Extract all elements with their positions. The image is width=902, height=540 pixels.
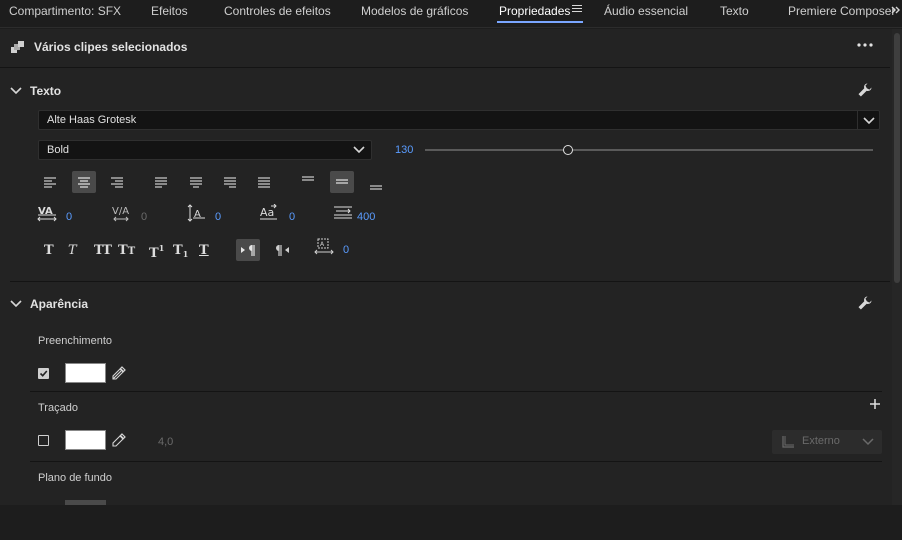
leading-icon <box>333 204 353 222</box>
justify-all-button[interactable] <box>252 171 276 193</box>
justify-right-button[interactable] <box>218 171 242 193</box>
baseline-shift-value[interactable]: 0 <box>215 211 221 223</box>
justify-center-button[interactable] <box>184 171 208 193</box>
add-stroke-plus-icon[interactable] <box>868 397 882 411</box>
faux-bold-button[interactable]: T <box>44 243 54 258</box>
kerning-icon: VA <box>37 204 57 222</box>
tab-controles-de-efeitos[interactable]: Controles de efeitos <box>224 0 331 28</box>
indent-value[interactable]: 0 <box>343 244 349 256</box>
texto-section-title[interactable]: Texto <box>30 84 61 98</box>
small-caps-button[interactable]: TT <box>118 243 135 258</box>
tab-modelos-de-graficos[interactable]: Modelos de gráficos <box>361 0 468 28</box>
vertical-align-center-button[interactable] <box>330 171 354 193</box>
texto-divider <box>10 281 890 282</box>
justify-left-button[interactable] <box>149 171 173 193</box>
fill-label: Preenchimento <box>38 335 112 347</box>
font-style-dropdown[interactable]: Bold <box>38 140 372 160</box>
svg-text:A: A <box>320 241 325 248</box>
tab-audio-essencial[interactable]: Áudio essencial <box>604 0 688 28</box>
indent-icon: A <box>314 237 334 257</box>
kerning-value[interactable]: 0 <box>66 211 72 223</box>
font-family-chevron-icon[interactable] <box>857 111 879 129</box>
underline-button[interactable]: T <box>199 243 209 258</box>
font-size-slider-thumb[interactable] <box>563 145 574 155</box>
stroke-label: Traçado <box>38 402 78 414</box>
baseline-shift-icon: A <box>186 204 206 222</box>
fill-divider <box>30 391 882 392</box>
tab-texto[interactable]: Texto <box>720 0 749 28</box>
stroke-position-icon <box>782 436 794 448</box>
stroke-eyedropper-icon[interactable] <box>111 432 127 448</box>
font-style-value: Bold <box>47 144 70 156</box>
stroke-position-dropdown[interactable]: Externo <box>772 430 882 454</box>
font-size-slider-track[interactable] <box>425 149 873 151</box>
aparencia-collapse-chevron-icon[interactable] <box>9 297 23 311</box>
stroke-checkbox[interactable] <box>38 435 49 446</box>
panel-tab-bar: Compartimento: SFX Efeitos Controles de … <box>0 0 902 28</box>
tab-compartimento-sfx[interactable]: Compartimento: SFX <box>9 0 121 28</box>
panel-scrollbar-thumb[interactable] <box>894 33 900 283</box>
tab-overflow-icon[interactable] <box>890 0 902 22</box>
multiple-clips-icon <box>11 40 25 54</box>
align-left-button[interactable] <box>38 171 62 193</box>
aparencia-wrench-icon[interactable] <box>857 295 873 311</box>
fill-eyedropper-icon[interactable] <box>111 365 127 381</box>
align-center-button[interactable] <box>72 171 96 193</box>
selection-title: Vários clipes selecionados <box>34 40 188 54</box>
properties-panel: Vários clipes selecionados Texto Alte Ha… <box>0 29 902 505</box>
active-tab-indicator <box>497 21 583 23</box>
stroke-color-swatch[interactable] <box>65 430 106 450</box>
stroke-position-value: Externo <box>802 435 840 447</box>
vertical-align-bottom-button[interactable] <box>364 174 388 196</box>
panel-scrollbar[interactable] <box>892 29 902 505</box>
font-family-value: Alte Haas Grotesk <box>47 114 137 126</box>
more-options-icon[interactable] <box>855 37 875 53</box>
fill-color-swatch[interactable] <box>65 363 106 383</box>
tsume-value[interactable]: 0 <box>289 211 295 223</box>
superscript-button[interactable]: T1 <box>149 243 164 261</box>
font-size-value[interactable]: 130 <box>395 144 413 156</box>
header-divider <box>0 67 890 68</box>
fill-checkbox[interactable] <box>38 368 49 379</box>
svg-text:Aa: Aa <box>260 206 274 219</box>
tracking-icon: V/A <box>111 204 131 222</box>
align-right-button[interactable] <box>105 171 129 193</box>
texto-wrench-icon[interactable] <box>857 82 873 98</box>
stroke-divider <box>30 461 882 462</box>
leading-value[interactable]: 400 <box>357 211 375 223</box>
stroke-width-value[interactable]: 4,0 <box>158 436 173 448</box>
panel-footer <box>0 505 902 540</box>
rtl-text-direction-button[interactable] <box>270 239 294 261</box>
tsume-icon: Aa <box>259 203 279 222</box>
stroke-position-chevron-icon <box>862 438 874 446</box>
font-style-chevron-icon[interactable] <box>353 144 365 156</box>
faux-italic-button[interactable]: T <box>68 243 77 258</box>
font-family-dropdown[interactable]: Alte Haas Grotesk <box>38 110 880 130</box>
background-label: Plano de fundo <box>38 472 113 484</box>
all-caps-button[interactable]: TT <box>94 243 112 258</box>
tab-efeitos[interactable]: Efeitos <box>151 0 188 28</box>
tab-menu-icon[interactable] <box>571 4 583 18</box>
vertical-align-top-button[interactable] <box>296 171 320 193</box>
tracking-value[interactable]: 0 <box>141 211 147 223</box>
texto-collapse-chevron-icon[interactable] <box>9 84 23 98</box>
tab-premiere-composer[interactable]: Premiere Composer <box>788 0 895 28</box>
tab-propriedades[interactable]: Propriedades <box>499 0 570 28</box>
aparencia-section-title[interactable]: Aparência <box>30 297 88 311</box>
svg-text:V/A: V/A <box>112 206 129 217</box>
subscript-button[interactable]: T1 <box>173 243 188 259</box>
ltr-text-direction-button[interactable] <box>236 239 260 261</box>
